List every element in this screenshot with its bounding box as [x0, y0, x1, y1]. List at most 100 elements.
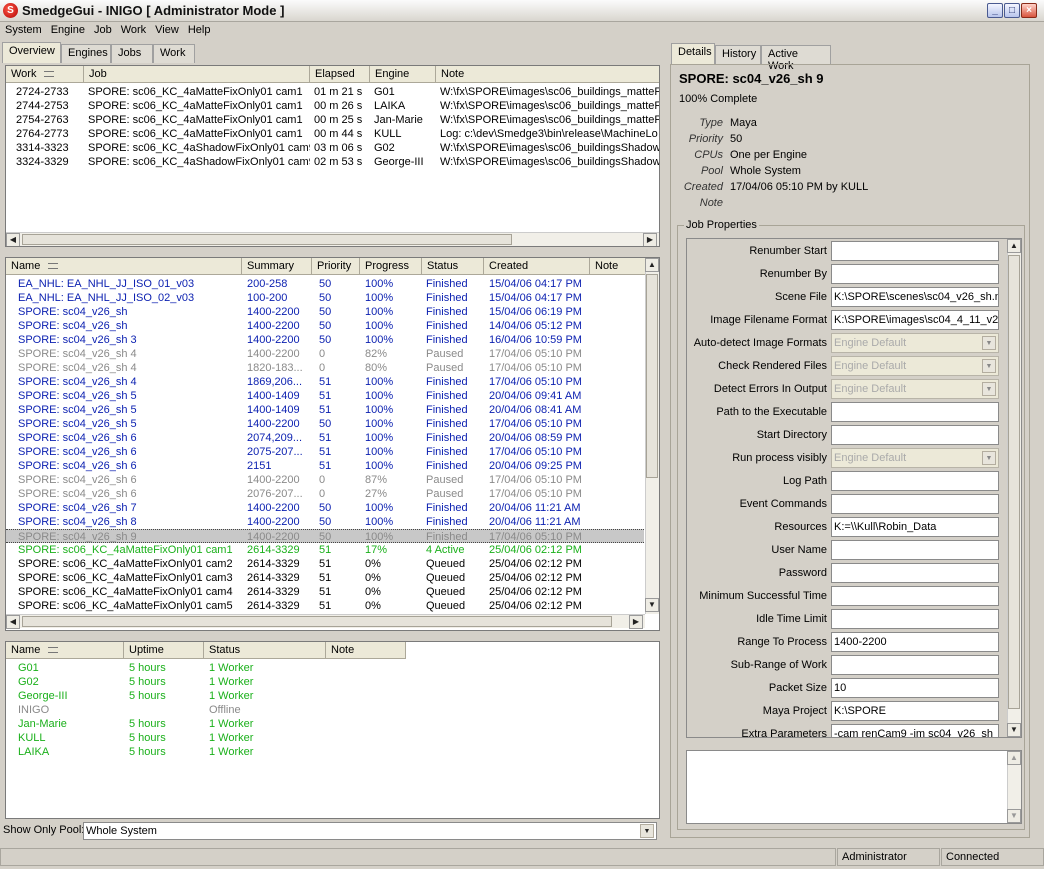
tab-engines[interactable]: Engines — [61, 44, 111, 63]
menu-view[interactable]: View — [150, 22, 183, 36]
job-row[interactable]: SPORE: sc04_v26_sh 5 1400-2200 50 100% Finis… — [6, 417, 644, 431]
job-row[interactable]: SPORE: sc06_KC_4aMatteFixOnly01 cam2 2614… — [6, 557, 644, 571]
maximize-icon[interactable]: □ — [1004, 3, 1020, 18]
scroll-up-icon[interactable]: ▲ — [645, 258, 659, 272]
tab-details[interactable]: Details — [671, 43, 715, 64]
jobs-hscrollbar[interactable]: ◀ ▶ — [6, 614, 645, 629]
tab-active-work[interactable]: Active Work — [761, 45, 831, 72]
chevron-down-icon[interactable]: ▼ — [982, 336, 996, 350]
scroll-thumb[interactable] — [22, 616, 612, 627]
column-header-created[interactable]: Created — [484, 258, 590, 275]
scroll-down-icon[interactable]: ▼ — [1007, 723, 1021, 737]
work-row[interactable]: 3324-3329 SPORE: sc06_KC_4aShadowFixOnly0… — [6, 155, 659, 169]
column-header-job[interactable]: Job — [84, 66, 310, 83]
chevron-down-icon[interactable]: ▼ — [982, 382, 996, 396]
property-field[interactable]: K:\SPORE\images\sc04_4_11_v2_ — [831, 310, 999, 330]
column-header-engine[interactable]: Engine — [370, 66, 436, 83]
chevron-down-icon[interactable]: ▼ — [640, 824, 654, 838]
column-header-work[interactable]: Work — [6, 66, 84, 83]
job-row[interactable]: SPORE: sc04_v26_sh 6 1400-2200 0 87% Paused 1… — [6, 473, 644, 487]
job-row[interactable]: SPORE: sc04_v26_sh 4 1400-2200 0 82% Paused 1… — [6, 347, 644, 361]
work-hscrollbar[interactable]: ◀ ▶ — [6, 232, 659, 246]
property-field[interactable] — [831, 264, 999, 284]
property-field[interactable] — [831, 241, 999, 261]
jobs-vscrollbar[interactable]: ▲ ▼ — [645, 258, 659, 614]
title-bar[interactable]: S SmedgeGui - INIGO [ Administrator Mode… — [0, 0, 1044, 22]
engine-row[interactable]: G01 5 hours 1 Worker — [6, 661, 659, 675]
property-field[interactable]: K:\SPORE\scenes\sc04_v26_sh.m — [831, 287, 999, 307]
job-row[interactable]: SPORE: sc04_v26_sh 7 1400-2200 50 100% Finis… — [6, 501, 644, 515]
property-field[interactable] — [831, 540, 999, 560]
property-field[interactable]: 10 — [831, 678, 999, 698]
property-field[interactable]: K:=\\Kull\Robin_Data — [831, 517, 999, 537]
job-row[interactable]: SPORE: sc04_v26_sh 4 1820-183... 0 80% Pause… — [6, 361, 644, 375]
scroll-up-icon[interactable]: ▲ — [1007, 239, 1021, 253]
property-field[interactable] — [831, 563, 999, 583]
property-field[interactable] — [831, 402, 999, 422]
menu-job[interactable]: Job — [89, 22, 116, 36]
tab-work[interactable]: Work — [153, 44, 195, 63]
scroll-left-icon[interactable]: ◀ — [6, 615, 20, 629]
chevron-down-icon[interactable]: ▼ — [982, 451, 996, 465]
column-header-note[interactable]: Note — [326, 642, 406, 659]
properties-vscrollbar[interactable]: ▲ ▼ — [1007, 239, 1021, 737]
column-header-status[interactable]: Status — [422, 258, 484, 275]
engine-row[interactable]: George-III 5 hours 1 Worker — [6, 689, 659, 703]
column-header-name[interactable]: Name — [6, 258, 242, 275]
scroll-thumb[interactable] — [22, 234, 512, 245]
scroll-right-icon[interactable]: ▶ — [629, 615, 643, 629]
column-header-name[interactable]: Name — [6, 642, 124, 659]
menu-work[interactable]: Work — [116, 22, 150, 36]
work-row[interactable]: 2764-2773 SPORE: sc06_KC_4aMatteFixOnly01… — [6, 127, 659, 141]
job-row[interactable]: SPORE: sc04_v26_sh 6 2076-207... 0 27% Pause… — [6, 487, 644, 501]
column-header-note[interactable]: Note — [590, 258, 646, 275]
column-header-note[interactable]: Note — [436, 66, 659, 83]
job-row[interactable]: SPORE: sc04_v26_sh 1400-2200 50 100% Finishe… — [6, 305, 644, 319]
tab-history[interactable]: History — [715, 45, 761, 64]
work-row[interactable]: 2744-2753 SPORE: sc06_KC_4aMatteFixOnly01… — [6, 99, 659, 113]
scroll-left-icon[interactable]: ◀ — [6, 233, 20, 246]
property-field[interactable]: K:\SPORE — [831, 701, 999, 721]
property-field[interactable] — [831, 655, 999, 675]
job-row[interactable]: SPORE: sc06_KC_4aMatteFixOnly01 cam5 2614… — [6, 599, 644, 613]
menu-engine[interactable]: Engine — [46, 22, 89, 36]
job-row[interactable]: SPORE: sc04_v26_sh 4 1869,206... 51 100% Fin… — [6, 375, 644, 389]
property-field[interactable] — [831, 609, 999, 629]
scroll-thumb[interactable] — [1008, 255, 1020, 709]
column-header-status[interactable]: Status — [204, 642, 326, 659]
work-row[interactable]: 2754-2763 SPORE: sc06_KC_4aMatteFixOnly01… — [6, 113, 659, 127]
scroll-up-icon[interactable]: ▲ — [1007, 751, 1021, 765]
job-row[interactable]: SPORE: sc06_KC_4aMatteFixOnly01 cam3 2614… — [6, 571, 644, 585]
engine-row[interactable]: KULL 5 hours 1 Worker — [6, 731, 659, 745]
column-header-uptime[interactable]: Uptime — [124, 642, 204, 659]
column-header-priority[interactable]: Priority — [312, 258, 360, 275]
job-row[interactable]: EA_NHL: EA_NHL_JJ_ISO_02_v03 100-200 50 100… — [6, 291, 644, 305]
work-row[interactable]: 2724-2733 SPORE: sc06_KC_4aMatteFixOnly01… — [6, 85, 659, 99]
property-field[interactable]: Engine Default ▼ — [831, 379, 999, 399]
engine-row[interactable]: Jan-Marie 5 hours 1 Worker — [6, 717, 659, 731]
description-vscrollbar[interactable]: ▲ ▼ — [1007, 751, 1021, 823]
job-row[interactable]: SPORE: sc06_KC_4aMatteFixOnly01 cam1 2614… — [6, 543, 644, 557]
chevron-down-icon[interactable]: ▼ — [982, 359, 996, 373]
job-row[interactable]: SPORE: sc04_v26_sh 6 2151 51 100% Finished 20… — [6, 459, 644, 473]
column-header-elapsed[interactable]: Elapsed — [310, 66, 370, 83]
property-field[interactable]: Engine Default ▼ — [831, 333, 999, 353]
job-row[interactable]: SPORE: sc04_v26_sh 9 1400-2200 50 100% Finis… — [6, 529, 644, 543]
property-field[interactable] — [831, 471, 999, 491]
scroll-thumb[interactable] — [646, 274, 658, 478]
tab-jobs[interactable]: Jobs — [111, 44, 153, 63]
column-header-progress[interactable]: Progress — [360, 258, 422, 275]
engine-row[interactable]: LAIKA 5 hours 1 Worker — [6, 745, 659, 759]
property-field[interactable]: 1400-2200 — [831, 632, 999, 652]
minimize-icon[interactable]: _ — [987, 3, 1003, 18]
close-icon[interactable]: × — [1021, 3, 1037, 18]
menu-system[interactable]: System — [0, 22, 46, 36]
scroll-right-icon[interactable]: ▶ — [643, 233, 657, 246]
job-row[interactable]: SPORE: sc04_v26_sh 6 2075-207... 51 100% Fin… — [6, 445, 644, 459]
work-row[interactable]: 3314-3323 SPORE: sc06_KC_4aShadowFixOnly0… — [6, 141, 659, 155]
property-field[interactable] — [831, 425, 999, 445]
engine-row[interactable]: INIGO Offline — [6, 703, 659, 717]
scroll-down-icon[interactable]: ▼ — [1007, 809, 1021, 823]
engine-row[interactable]: G02 5 hours 1 Worker — [6, 675, 659, 689]
job-row[interactable]: SPORE: sc04_v26_sh 6 2074,209... 51 100% Fin… — [6, 431, 644, 445]
